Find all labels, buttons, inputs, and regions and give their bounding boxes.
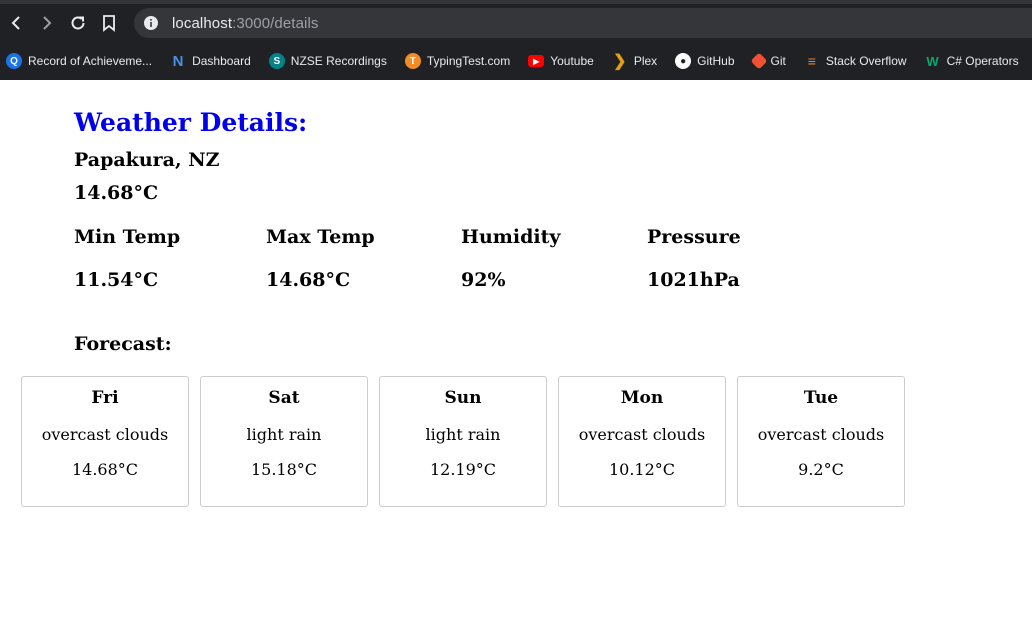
pressure-value: 1021hPa <box>647 269 740 291</box>
n-icon: N <box>172 52 184 70</box>
bookmark-csharp-operators[interactable]: W C# Operators <box>925 53 1019 69</box>
reload-icon <box>71 16 85 30</box>
forecast-card: Sun light rain 12.19°C <box>379 376 547 507</box>
forecast-cards: Fri overcast clouds 14.68°C Sat light ra… <box>21 376 905 507</box>
reload-button[interactable] <box>68 13 88 33</box>
forecast-description: overcast clouds <box>757 425 885 444</box>
bookmark-github[interactable]: ● GitHub <box>675 53 735 69</box>
browser-chrome: localhost:3000/details Q Record of Achie… <box>0 0 1032 80</box>
max-temp-value: 14.68°C <box>266 269 351 291</box>
forecast-description: overcast clouds <box>41 425 169 444</box>
forecast-card: Sat light rain 15.18°C <box>200 376 368 507</box>
forecast-card: Fri overcast clouds 14.68°C <box>21 376 189 507</box>
min-temp-value: 11.54°C <box>74 269 159 291</box>
sharepoint-icon: S <box>268 53 285 69</box>
forecast-description: light rain <box>425 425 501 444</box>
chevron-left-icon <box>11 16 20 30</box>
bookmark-git[interactable]: Git <box>750 52 786 70</box>
forecast-card: Tue overcast clouds 9.2°C <box>737 376 905 507</box>
bookmark-stack-overflow[interactable]: ≡ Stack Overflow <box>804 53 907 69</box>
max-temp-label: Max Temp <box>266 226 375 248</box>
bookmark-button[interactable] <box>99 13 119 33</box>
bookmark-label: Dashboard <box>192 54 251 68</box>
current-temp: 14.68°C <box>74 182 159 204</box>
forecast-heading: Forecast: <box>74 333 172 355</box>
bookmark-icon <box>103 15 115 32</box>
git-icon <box>750 52 768 70</box>
humidity-label: Humidity <box>461 226 561 248</box>
bookmark-nzse-recordings[interactable]: S NZSE Recordings <box>268 53 387 69</box>
url-host: localhost <box>172 14 233 32</box>
plex-icon: ❯ <box>613 53 627 70</box>
w3-icon: W <box>926 53 939 69</box>
forecast-day: Tue <box>803 388 839 408</box>
bookmark-label: Plex <box>633 54 658 68</box>
back-button[interactable] <box>6 13 26 33</box>
chevron-right-icon <box>43 16 52 30</box>
forecast-description: light rain <box>246 425 322 444</box>
forecast-description: overcast clouds <box>578 425 706 444</box>
address-bar[interactable]: localhost:3000/details <box>134 8 1032 38</box>
forecast-temp: 10.12°C <box>608 460 676 479</box>
forecast-temp: 12.19°C <box>429 460 497 479</box>
bookmark-label: GitHub <box>697 54 735 68</box>
page-title: Weather Details: <box>74 108 308 137</box>
forecast-temp: 9.2°C <box>798 460 844 479</box>
youtube-icon: ▶ <box>528 55 545 67</box>
bookmark-label: Stack Overflow <box>825 54 907 68</box>
city-name: Papakura, NZ <box>74 149 220 171</box>
forward-button[interactable] <box>37 13 57 33</box>
url-text: localhost:3000/details <box>172 15 318 32</box>
bookmark-label: C# Operators <box>946 54 1019 68</box>
forecast-card: Mon overcast clouds 10.12°C <box>558 376 726 507</box>
forecast-day: Mon <box>620 388 664 408</box>
url-path: :3000/details <box>232 14 319 32</box>
pressure-label: Pressure <box>647 226 741 248</box>
bookmark-youtube[interactable]: ▶ Youtube <box>528 54 594 68</box>
bookmark-typingtest[interactable]: T TypingTest.com <box>404 53 511 69</box>
browser-toolbar: localhost:3000/details <box>0 4 1032 42</box>
bookmark-label: Git <box>770 54 786 68</box>
typingtest-icon: T <box>404 53 421 69</box>
forecast-day: Sun <box>444 388 482 408</box>
forecast-temp: 15.18°C <box>250 460 318 479</box>
info-icon[interactable] <box>144 16 158 30</box>
forecast-day: Sat <box>268 388 300 408</box>
bookmark-record-of-achievement[interactable]: Q Record of Achieveme... <box>6 53 152 69</box>
bookmark-plex[interactable]: ❯ Plex <box>612 53 658 70</box>
bookmark-label: Youtube <box>550 54 594 68</box>
bookmarks-bar: Q Record of Achieveme... N Dashboard S N… <box>0 42 1032 80</box>
bookmark-dashboard[interactable]: N Dashboard <box>170 52 251 70</box>
forecast-day: Fri <box>91 388 119 408</box>
forecast-temp: 14.68°C <box>71 460 139 479</box>
humidity-value: 92% <box>461 269 506 291</box>
github-icon: ● <box>675 53 692 69</box>
q-icon: Q <box>6 53 22 69</box>
weather-details-page: Weather Details: Papakura, NZ 14.68°C Mi… <box>0 80 1032 623</box>
bookmark-label: NZSE Recordings <box>290 54 387 68</box>
bookmark-label: Record of Achieveme... <box>28 54 153 68</box>
stackoverflow-icon: ≡ <box>807 53 816 69</box>
min-temp-label: Min Temp <box>74 226 181 248</box>
bookmark-label: TypingTest.com <box>426 54 511 68</box>
